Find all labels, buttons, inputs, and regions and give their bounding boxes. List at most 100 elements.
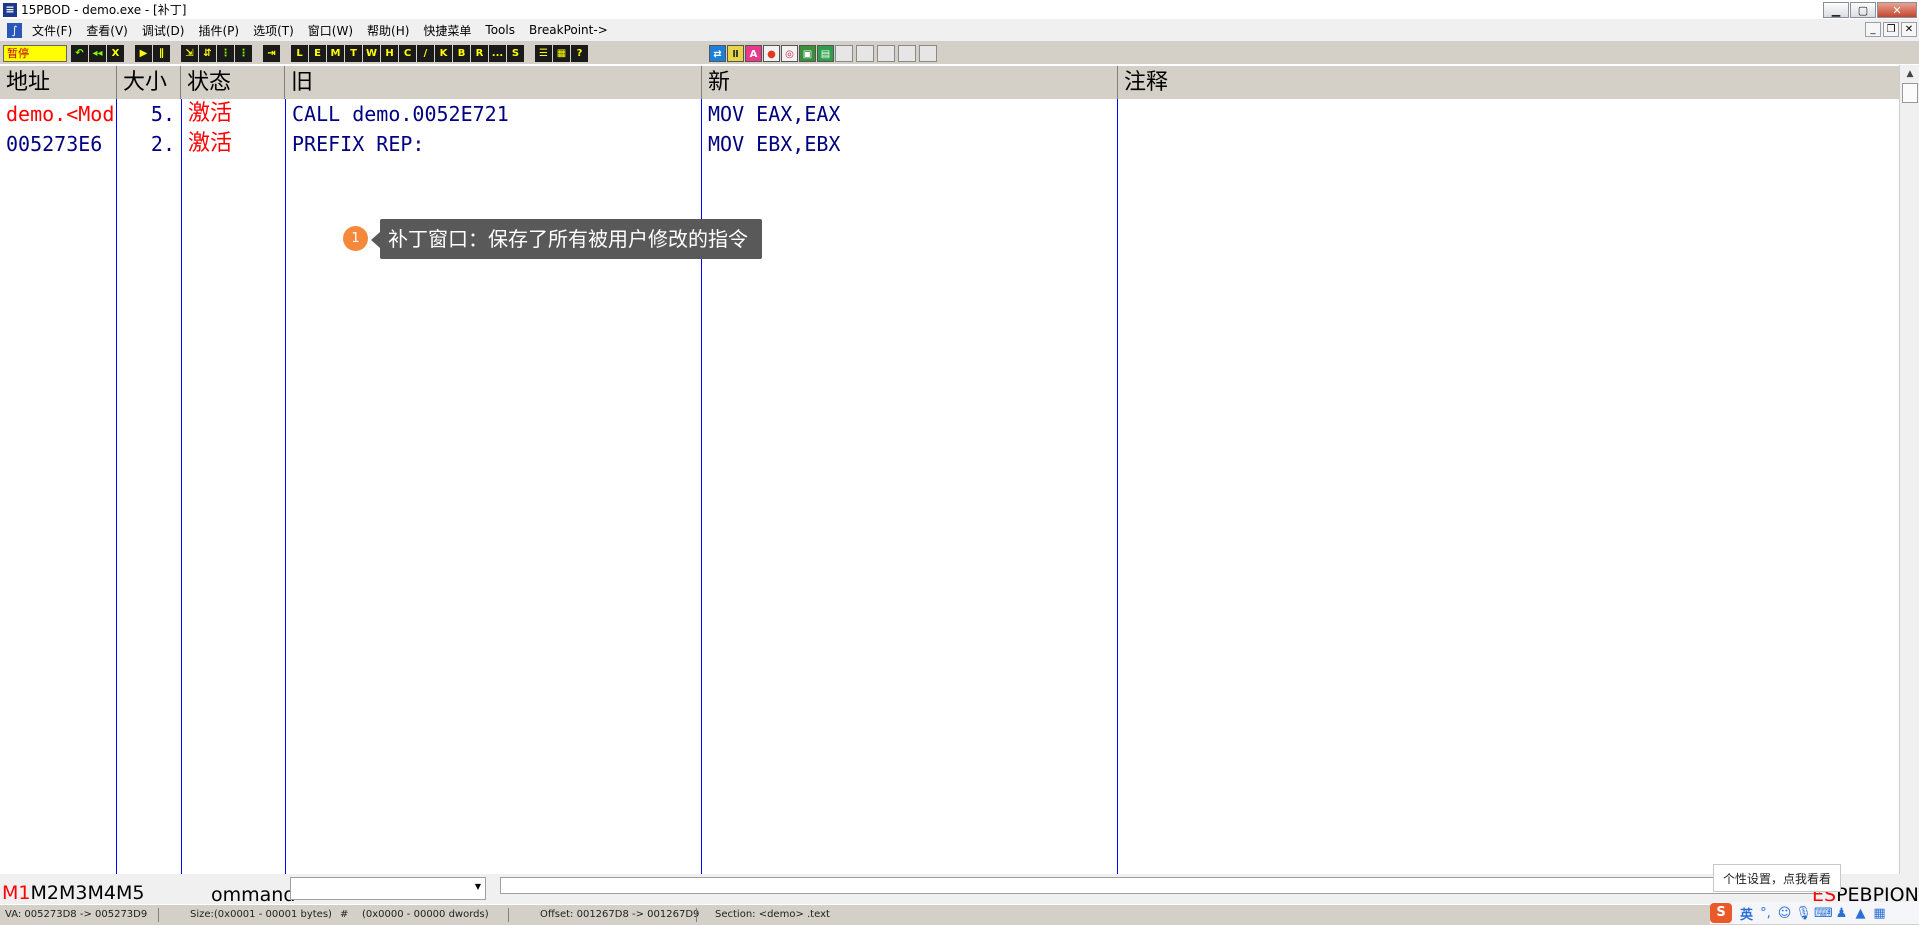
column-header-address[interactable]: 地址 bbox=[0, 66, 117, 99]
windows-window-button[interactable]: W bbox=[363, 44, 380, 62]
restart-icon[interactable]: ◂◂ bbox=[89, 44, 106, 62]
cpu-window-button[interactable]: C bbox=[399, 44, 416, 62]
open-icon[interactable]: ↶ bbox=[71, 44, 88, 62]
memory-tab-m5[interactable]: M5 bbox=[116, 882, 144, 904]
grid-icon[interactable]: ▦ bbox=[1871, 906, 1888, 921]
menu-view[interactable]: 查看(V) bbox=[80, 22, 136, 39]
memory-tab-m3[interactable]: M3 bbox=[59, 882, 87, 904]
punctuation-icon[interactable]: °, bbox=[1757, 906, 1774, 921]
close-icon[interactable]: ✕ bbox=[1877, 1, 1917, 18]
execute-till-return-icon[interactable]: ⇥ bbox=[263, 44, 280, 62]
cell-state: 激活 bbox=[188, 131, 233, 156]
step-into-icon[interactable]: ⇲ bbox=[181, 44, 198, 62]
cell-old: CALL demo.0052E721 bbox=[292, 102, 509, 126]
table-row[interactable]: demo.<Mod 5. 激活 CALL demo.0052E721 MOV E… bbox=[0, 99, 1899, 129]
ime-toolbar: S 英 °, ☺ 🎙 ⌨ ♟ ▲ ▦ bbox=[1710, 902, 1919, 924]
ime-logo-icon[interactable]: S bbox=[1710, 903, 1732, 923]
appearance-icon[interactable]: ☰ bbox=[535, 44, 552, 62]
plugin-blank-4-icon[interactable] bbox=[898, 44, 916, 62]
plugin-blank-1-icon[interactable] bbox=[835, 44, 853, 62]
menu-file[interactable]: 文件(F) bbox=[26, 22, 80, 39]
breakpoints-window-button[interactable]: B bbox=[453, 44, 470, 62]
threads-window-button[interactable]: T bbox=[345, 44, 362, 62]
modules-window-button[interactable]: E bbox=[309, 44, 326, 62]
plugin-patch-icon[interactable]: ▤ bbox=[817, 44, 834, 62]
column-header-state[interactable]: 状态 bbox=[181, 66, 285, 99]
menu-shortcuts[interactable]: 快捷菜单 bbox=[417, 22, 479, 39]
column-header-old[interactable]: 旧 bbox=[285, 66, 702, 99]
step-over-icon[interactable]: ⇵ bbox=[199, 44, 216, 62]
plugin-2-icon[interactable]: Ⅱ bbox=[727, 44, 744, 62]
app-logo-icon[interactable]: ≡ bbox=[3, 2, 17, 17]
help-icon[interactable]: ? bbox=[571, 44, 588, 62]
column-header-size[interactable]: 大小 bbox=[117, 66, 181, 99]
log-window-button[interactable]: L bbox=[291, 44, 308, 62]
menu-tools[interactable]: Tools bbox=[479, 23, 523, 37]
menu-options[interactable]: 选项(T) bbox=[247, 22, 302, 39]
run-trace-window-button[interactable]: ... bbox=[489, 44, 506, 62]
status-dwords: (0x0000 - 00000 dwords) bbox=[362, 909, 489, 920]
menu-plugins[interactable]: 插件(P) bbox=[192, 22, 247, 39]
references-window-button[interactable]: R bbox=[471, 44, 488, 62]
vertical-scrollbar[interactable]: ▲ bbox=[1899, 65, 1919, 874]
plugin-blank-5-icon[interactable] bbox=[919, 44, 937, 62]
maximize-icon[interactable]: ▢ bbox=[1850, 1, 1876, 18]
mdi-close-icon[interactable]: ✕ bbox=[1901, 22, 1917, 37]
cell-address: demo.<Mod bbox=[6, 102, 114, 126]
plugin-record-icon[interactable]: ● bbox=[763, 44, 780, 62]
scroll-up-icon[interactable]: ▲ bbox=[1901, 66, 1919, 83]
memory-tab-m4[interactable]: M4 bbox=[87, 882, 115, 904]
scroll-thumb[interactable] bbox=[1902, 83, 1918, 103]
command-label: ommand bbox=[211, 884, 296, 906]
dropdown-arrow-icon[interactable]: ▼ bbox=[475, 882, 481, 891]
title-bar: ≡ 15PBOD - demo.exe - [补丁] ▁ ▢ ✕ bbox=[0, 0, 1919, 19]
ime-mode-toggle[interactable]: 英 bbox=[1738, 904, 1755, 923]
keyboard-icon[interactable]: ⌨ bbox=[1814, 906, 1833, 921]
menu-bar: ∫ 文件(F) 查看(V) 调试(D) 插件(P) 选项(T) 窗口(W) 帮助… bbox=[0, 19, 1919, 42]
plugin-image-icon[interactable]: ▣ bbox=[799, 44, 816, 62]
trace-into-icon[interactable]: ⋮ bbox=[217, 44, 234, 62]
mdi-minimize-icon[interactable]: _ bbox=[1865, 22, 1881, 37]
skin-icon[interactable]: ♟ bbox=[1833, 906, 1850, 921]
menu-help[interactable]: 帮助(H) bbox=[361, 22, 417, 39]
handles-window-button[interactable]: H bbox=[381, 44, 398, 62]
command-output-field[interactable] bbox=[500, 877, 1820, 894]
plugin-blank-2-icon[interactable] bbox=[856, 44, 874, 62]
plugin-target-icon[interactable]: ◎ bbox=[781, 44, 798, 62]
command-bar: M1M2M3M4M5 ommand ▼ ESPEBPIONI bbox=[0, 874, 1919, 906]
call-stack-window-button[interactable]: K bbox=[435, 44, 452, 62]
menu-debug[interactable]: 调试(D) bbox=[136, 22, 193, 39]
window-controls: ▁ ▢ ✕ bbox=[1822, 1, 1917, 18]
memory-tab-m2[interactable]: M2 bbox=[30, 882, 58, 904]
options-icon[interactable]: ▦ bbox=[553, 44, 570, 62]
cell-new: MOV EBX,EBX bbox=[708, 132, 841, 156]
menu-window[interactable]: 窗口(W) bbox=[302, 22, 361, 39]
run-icon[interactable]: ▶ bbox=[135, 44, 152, 62]
column-header-new[interactable]: 新 bbox=[702, 66, 1118, 99]
mdi-child-icon[interactable]: ∫ bbox=[7, 22, 22, 38]
memory-window-button[interactable]: M bbox=[327, 44, 344, 62]
debug-state-indicator: 暂停 bbox=[3, 44, 67, 62]
plugin-blank-3-icon[interactable] bbox=[877, 44, 895, 62]
memory-tabs: M1M2M3M4M5 bbox=[2, 882, 144, 904]
column-header-comment[interactable]: 注释 bbox=[1118, 66, 1899, 99]
mdi-restore-icon[interactable]: ❐ bbox=[1883, 22, 1899, 37]
status-section: Section: <demo> .text bbox=[715, 909, 830, 920]
pause-icon[interactable]: ∥ bbox=[153, 44, 170, 62]
cell-state: 激活 bbox=[188, 101, 233, 126]
source-window-button[interactable]: S bbox=[507, 44, 524, 62]
table-row[interactable]: 005273E6 2. 激活 PREFIX REP: MOV EBX,EBX bbox=[0, 129, 1899, 159]
minimize-icon[interactable]: ▁ bbox=[1823, 1, 1849, 18]
microphone-icon[interactable]: 🎙 bbox=[1795, 906, 1812, 921]
close-process-icon[interactable]: X bbox=[107, 44, 124, 62]
emoji-icon[interactable]: ☺ bbox=[1776, 906, 1793, 921]
menu-breakpoint[interactable]: BreakPoint-> bbox=[523, 23, 616, 37]
patches-window-button[interactable]: / bbox=[417, 44, 434, 62]
trace-over-icon[interactable]: ⋮ bbox=[235, 44, 252, 62]
memory-tab-m1[interactable]: M1 bbox=[2, 882, 30, 904]
plugin-a-icon[interactable]: A bbox=[745, 44, 762, 62]
plugin-1-icon[interactable]: ⇄ bbox=[709, 44, 726, 62]
command-input[interactable]: ▼ bbox=[290, 877, 486, 900]
status-bar: VA: 005273D8 -> 005273D9 Size:(0x0001 - … bbox=[0, 904, 1919, 925]
toolbox-icon[interactable]: ▲ bbox=[1852, 906, 1869, 921]
